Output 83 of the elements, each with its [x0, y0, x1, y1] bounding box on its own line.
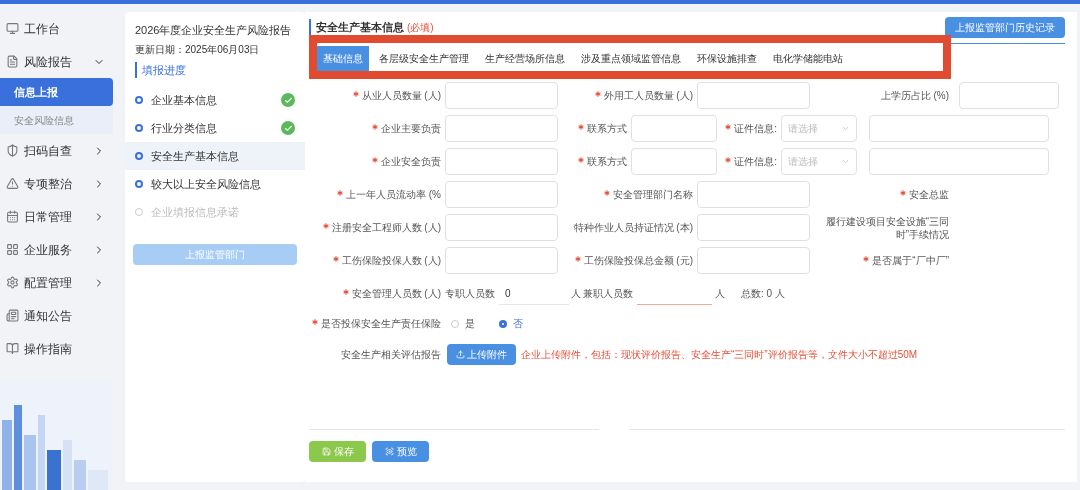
report-title: 2026年度企业安全生产风险报告: [135, 23, 293, 38]
sidebar-item[interactable]: 配置管理: [0, 266, 113, 299]
required-note: (必填): [407, 21, 434, 35]
calendar-icon: [6, 210, 19, 223]
upload-icon: [456, 349, 465, 359]
field-label: 是否属于“厂中厂”: [872, 254, 949, 267]
field-label: 上一年人员流动率 (%: [346, 188, 441, 201]
unit-label: 人: [571, 287, 581, 301]
field-label: 工伤保险投保人数 (人): [341, 254, 441, 267]
input-field[interactable]: [697, 181, 810, 208]
document-icon: [6, 55, 19, 68]
section-heading: 填报进度: [135, 61, 295, 78]
sidebar-item[interactable]: 日常管理: [0, 200, 113, 233]
progress-step[interactable]: 行业分类信息: [125, 114, 305, 142]
field-label: 外用工人员数量 (人): [603, 89, 693, 102]
input-field[interactable]: [697, 82, 810, 109]
input-field[interactable]: [445, 148, 558, 175]
progress-step[interactable]: 较大以上安全风险信息: [125, 170, 305, 198]
input-field[interactable]: [445, 115, 558, 142]
total-count: 总数: 0 人: [741, 287, 785, 301]
sidebar-item[interactable]: 操作指南: [0, 332, 113, 365]
tab[interactable]: 电化学储能电站: [767, 46, 849, 71]
chevron-down-icon: [841, 124, 850, 133]
input-field[interactable]: [869, 115, 1049, 142]
sidebar-item[interactable]: 通知公告: [0, 299, 113, 332]
unit-label: 人: [715, 287, 725, 301]
monitor-icon: [6, 22, 19, 35]
field-label: 联系方式: [587, 122, 627, 135]
submenu-item[interactable]: 信息上报: [0, 78, 113, 106]
field-label: 安全管理部门名称: [613, 188, 693, 201]
field-label: 特种作业人员持证情况 (本): [573, 221, 693, 234]
sidebar-item[interactable]: 企业服务: [0, 233, 113, 266]
field-label: 上学历占比 (%): [880, 89, 949, 102]
book-icon: [6, 342, 19, 355]
grid-icon: [6, 243, 19, 256]
newspaper-icon: [6, 309, 19, 322]
input-field[interactable]: [697, 247, 810, 274]
field-label: 专职人员数: [445, 287, 495, 301]
input-field[interactable]: [631, 148, 717, 175]
field-label: 安全生产相关评估报告: [341, 347, 441, 361]
input-field[interactable]: [445, 214, 558, 241]
input-field[interactable]: 0: [499, 282, 569, 305]
warning-icon: [6, 177, 19, 190]
field-label: 证件信息:: [734, 122, 777, 135]
input-field[interactable]: [959, 82, 1059, 109]
input-field[interactable]: [445, 82, 558, 109]
save-icon: [321, 447, 331, 456]
field-label: 企业主要负责: [381, 122, 441, 135]
input-field[interactable]: [697, 214, 810, 241]
sidebar-item[interactable]: 工作台: [0, 12, 113, 45]
progress-step[interactable]: 企业基本信息: [125, 86, 305, 114]
field-label: 安全总监: [909, 188, 949, 201]
field-label: 企业安全负责: [381, 155, 441, 168]
tab[interactable]: 各层级安全生产管理: [373, 46, 475, 71]
preview-icon: [384, 447, 394, 456]
shield-icon: [6, 144, 19, 157]
tab[interactable]: 涉及重点领域监管信息: [575, 46, 687, 71]
field-label: 从业人员数量 (人): [361, 89, 441, 102]
upload-hint: 企业上传附件，包括：现状评价报告、安全生产“三同时”评价报告等，文件大小不超过50M: [521, 347, 918, 362]
field-label: 履行建设项目安全设施“三同时”手续情况: [824, 214, 949, 241]
input-field[interactable]: [445, 181, 558, 208]
chevron-down-icon: [841, 157, 850, 166]
field-label: 注册安全工程师人数 (人): [331, 221, 441, 234]
input-field[interactable]: [869, 148, 1049, 175]
tab[interactable]: 生产经营场所信息: [479, 46, 571, 71]
update-date: 更新日期：2025年06月03日: [135, 42, 261, 57]
tab[interactable]: 环保设施排查: [691, 46, 763, 71]
radio-option[interactable]: 是: [451, 316, 475, 331]
gear-icon: [6, 276, 19, 289]
sidebar-item[interactable]: 专项整治: [0, 167, 113, 200]
field-label: 证件信息:: [734, 155, 777, 168]
radio-option[interactable]: 否: [499, 316, 523, 331]
sidebar-item[interactable]: 风险报告: [0, 45, 113, 78]
section-title: 安全生产基本信息: [316, 20, 404, 36]
input-field[interactable]: [631, 115, 717, 142]
field-label: 联系方式: [587, 155, 627, 168]
field-label: 兼职人员数: [583, 287, 633, 301]
field-label: 工伤保险投保总金额 (元): [583, 254, 693, 267]
field-label: 安全管理人员数 (人): [351, 287, 441, 300]
sidebar-item[interactable]: 扫码自查: [0, 134, 113, 167]
input-field[interactable]: [445, 247, 558, 274]
field-label: 是否投保安全生产责任保险: [321, 317, 441, 330]
progress-step[interactable]: 安全生产基本信息: [125, 142, 305, 170]
